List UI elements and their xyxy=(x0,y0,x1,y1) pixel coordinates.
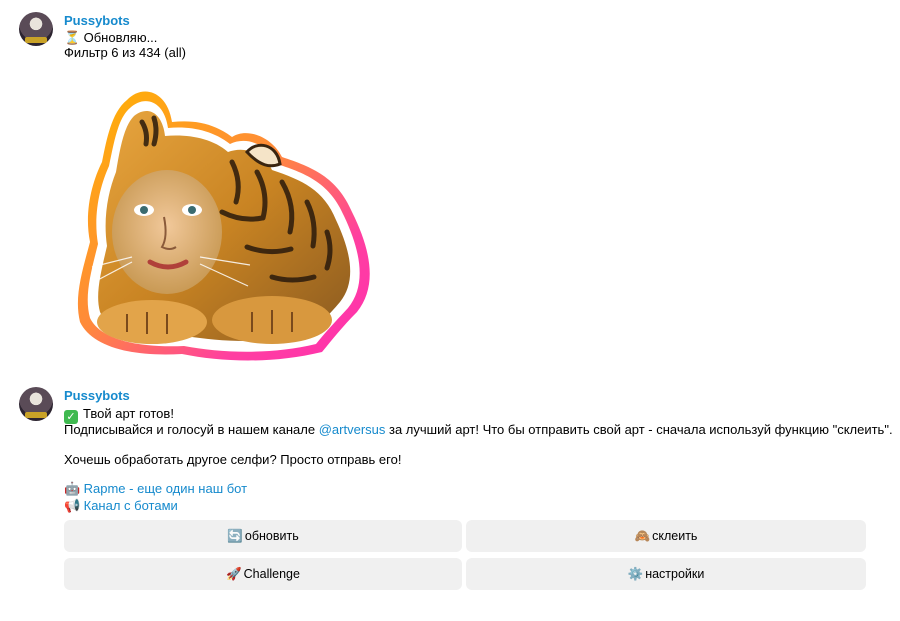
link-rapme-label[interactable]: Rapme - еще один наш бот xyxy=(84,481,247,496)
merge-button-label: склеить xyxy=(652,529,698,543)
challenge-button-label: Challenge xyxy=(243,567,300,581)
rocket-icon: 🚀 xyxy=(226,566,242,581)
ready-text: Твой арт готов! xyxy=(83,406,174,421)
megaphone-icon: 📢 xyxy=(64,498,81,513)
robot-icon: 🤖 xyxy=(64,481,81,496)
avatar[interactable] xyxy=(19,387,53,421)
tiger-sticker-image[interactable] xyxy=(72,82,380,367)
refresh-button-label: обновить xyxy=(244,529,299,543)
status-text: Обновляю... xyxy=(83,30,158,45)
filter-text: Фильтр 6 из 434 (all) xyxy=(64,45,186,60)
gear-icon: ⚙️ xyxy=(627,566,644,581)
promo-text-after: за лучший арт! Что бы отправить свой арт… xyxy=(385,422,893,437)
challenge-button[interactable]: 🚀 Challenge xyxy=(64,558,462,590)
avatar[interactable] xyxy=(19,12,53,46)
hourglass-icon: ⏳ xyxy=(64,30,81,45)
merge-button[interactable]: 🙈 склеить xyxy=(466,520,866,552)
sender-name[interactable]: Pussybots xyxy=(64,13,130,28)
link-bot-channel[interactable]: 📢 Канал с ботами xyxy=(64,498,178,514)
settings-button[interactable]: ⚙️ настройки xyxy=(466,558,866,590)
link-rapme[interactable]: 🤖 Rapme - еще один наш бот xyxy=(64,481,247,497)
monkey-icon: 🙈 xyxy=(634,528,651,543)
sender-name[interactable]: Pussybots xyxy=(64,388,130,403)
refresh-button[interactable]: 🔄 обновить xyxy=(64,520,462,552)
promo-line: Подписывайся и голосуй в нашем канале @a… xyxy=(64,422,893,437)
message-1: Pussybots ⏳ Обновляю... Фильтр 6 из 434 … xyxy=(0,0,900,380)
link-bot-channel-label[interactable]: Канал с ботами xyxy=(84,498,178,513)
promo-text-before: Подписывайся и голосуй в нашем канале xyxy=(64,422,319,437)
settings-button-label: настройки xyxy=(645,567,705,581)
hint-text: Хочешь обработать другое селфи? Просто о… xyxy=(64,452,402,467)
status-line: ⏳ Обновляю... xyxy=(64,30,157,46)
refresh-icon: 🔄 xyxy=(227,528,243,543)
channel-link[interactable]: @artversus xyxy=(319,422,386,437)
message-2: Pussybots ✓ Твой арт готов! Подписывайся … xyxy=(0,380,900,621)
